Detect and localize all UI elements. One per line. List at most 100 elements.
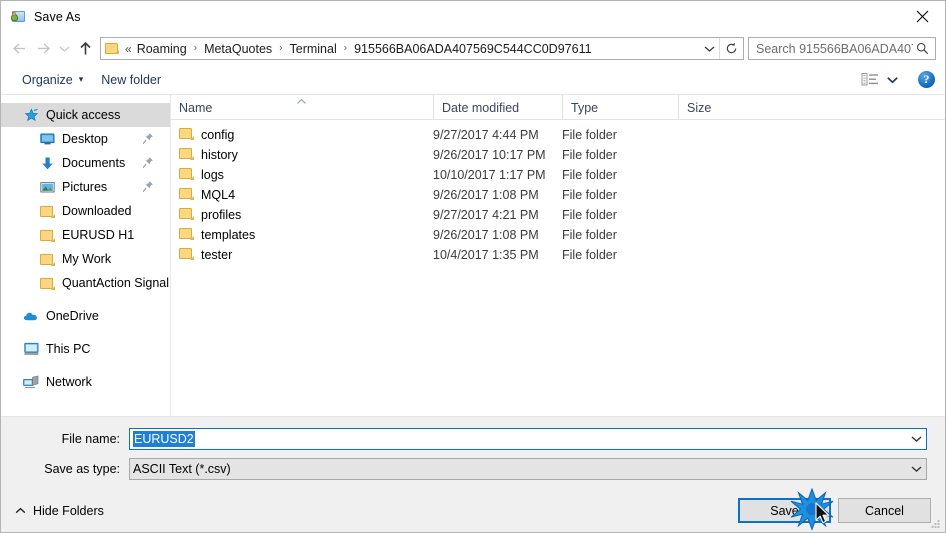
folder-icon — [105, 42, 120, 55]
file-name-cell: config — [171, 127, 433, 143]
table-row[interactable]: logs 10/10/2017 1:17 PM File folder — [171, 165, 945, 185]
file-name-label: File name: — [61, 432, 120, 446]
sidebar-item-onedrive[interactable]: OneDrive — [1, 304, 170, 328]
file-date-cell: 9/27/2017 4:44 PM — [433, 128, 539, 142]
table-row[interactable]: templates 9/26/2017 1:08 PM File folder — [171, 225, 945, 245]
file-name-label: tester — [201, 248, 233, 262]
view-layout-button[interactable] — [860, 72, 880, 88]
new-folder-button[interactable]: New folder — [94, 70, 168, 90]
title-bar: Save As — [1, 1, 945, 32]
column-header-date-modified[interactable]: Date modified — [433, 95, 562, 119]
file-name-dropdown-button[interactable] — [907, 435, 926, 443]
chevron-down-icon: ▾ — [78, 74, 84, 84]
sidebar-item-label: Desktop — [62, 132, 108, 146]
hide-folders-button[interactable]: Hide Folders — [11, 501, 108, 521]
search-box[interactable]: Search 915566BA06ADA40756… — [748, 37, 936, 60]
sidebar-item-my-work[interactable]: My Work — [1, 247, 170, 271]
file-type-cell: File folder — [562, 208, 617, 222]
file-type-cell: File folder — [562, 128, 617, 142]
chevron-down-icon — [886, 76, 898, 83]
folder-icon — [179, 167, 194, 183]
sidebar-item-quantaction-signal[interactable]: QuantAction Signal — [1, 271, 170, 295]
resize-grip-icon[interactable] — [929, 517, 942, 530]
address-bar[interactable]: « Roaming › MetaQuotes › Terminal › 9155… — [100, 37, 744, 60]
sidebar-item-pictures[interactable]: Pictures — [1, 175, 170, 199]
sidebar-item-desktop[interactable]: Desktop — [1, 127, 170, 151]
breadcrumb-overflow[interactable]: « — [125, 42, 132, 56]
breadcrumb-separator-icon[interactable]: › — [279, 43, 282, 54]
view-layout-icon — [861, 73, 878, 86]
table-row[interactable]: MQL4 9/26/2017 1:08 PM File folder — [171, 185, 945, 205]
sidebar-item-downloaded[interactable]: Downloaded — [1, 199, 170, 223]
pin-icon[interactable] — [142, 180, 154, 193]
sidebar-item-quick-access[interactable]: Quick access — [1, 103, 170, 127]
dialog-footer: Hide Folders Save Cancel — [1, 488, 945, 532]
folder-icon — [179, 187, 194, 203]
breadcrumb-item-1[interactable]: MetaQuotes — [202, 41, 274, 57]
up-arrow-icon — [79, 41, 91, 54]
sidebar-item-network[interactable]: Network — [1, 370, 170, 394]
table-row[interactable]: profiles 9/27/2017 4:21 PM File folder — [171, 205, 945, 225]
breadcrumb-item-0[interactable]: Roaming — [135, 41, 189, 57]
save-as-type-label: Save as type: — [44, 462, 120, 476]
sidebar-item-label: Documents — [62, 156, 126, 170]
recent-locations-button[interactable] — [55, 37, 73, 61]
up-button[interactable] — [73, 37, 97, 61]
refresh-button[interactable] — [720, 38, 743, 59]
file-name-label: history — [201, 148, 238, 162]
breadcrumb-separator-icon[interactable]: › — [194, 43, 197, 54]
save-as-icon — [10, 9, 26, 25]
table-row[interactable]: tester 10/4/2017 1:35 PM File folder — [171, 245, 945, 265]
breadcrumb-item-2[interactable]: Terminal — [288, 41, 339, 57]
help-button[interactable]: ? — [918, 71, 935, 88]
search-input[interactable]: Search 915566BA06ADA40756… — [756, 42, 913, 56]
file-name-input[interactable]: EURUSD2 — [133, 431, 195, 447]
back-button[interactable] — [7, 37, 31, 61]
sidebar-item-eurusd-h1[interactable]: EURUSD H1 — [1, 223, 170, 247]
column-header-name[interactable]: Name — [171, 95, 433, 119]
chevron-up-icon — [15, 504, 26, 518]
save-as-type-select[interactable]: ASCII Text (*.csv) — [129, 458, 927, 480]
close-button[interactable] — [899, 1, 945, 31]
chevron-down-icon — [911, 466, 922, 473]
save-as-type-value: ASCII Text (*.csv) — [133, 462, 231, 476]
pin-icon[interactable] — [142, 156, 154, 169]
file-name-row: File name: EURUSD2 — [19, 428, 927, 450]
table-row[interactable]: config 9/27/2017 4:44 PM File folder — [171, 125, 945, 145]
address-dropdown-button[interactable] — [699, 38, 719, 59]
pin-icon[interactable] — [142, 132, 154, 145]
breadcrumb[interactable]: « Roaming › MetaQuotes › Terminal › 9155… — [101, 41, 699, 57]
save-button[interactable]: Save — [738, 498, 831, 523]
file-name-label: config — [201, 128, 235, 142]
column-header-type[interactable]: Type — [562, 95, 678, 119]
file-type-cell: File folder — [562, 248, 617, 262]
forward-button[interactable] — [31, 37, 55, 61]
folder-icon — [179, 247, 194, 263]
chevron-down-icon — [704, 46, 714, 52]
cancel-button[interactable]: Cancel — [838, 498, 931, 523]
close-icon — [916, 10, 928, 22]
organize-button[interactable]: Organize ▾ — [15, 70, 90, 90]
breadcrumb-separator-icon[interactable]: › — [344, 43, 347, 54]
column-header-size[interactable]: Size — [678, 95, 753, 119]
hide-folders-label: Hide Folders — [33, 503, 104, 518]
folder-icon — [179, 227, 194, 243]
file-date-cell: 9/27/2017 4:21 PM — [433, 208, 539, 222]
sidebar-item-label: EURUSD H1 — [62, 228, 135, 242]
dialog-body: Quick access Desktop Documents Pictures … — [1, 95, 945, 417]
column-header-label: Type — [571, 101, 599, 115]
save-as-type-dropdown-button[interactable] — [907, 465, 926, 473]
sidebar-item-this-pc[interactable]: This PC — [1, 337, 170, 361]
this-pc-icon — [23, 341, 39, 357]
column-header-label: Date modified — [442, 101, 520, 115]
help-icon: ? — [923, 72, 930, 86]
breadcrumb-item-3[interactable]: 915566BA06ADA407569C544CC0D97611 — [352, 41, 593, 57]
sidebar-item-documents[interactable]: Documents — [1, 151, 170, 175]
view-dropdown-button[interactable] — [882, 72, 902, 88]
organize-label: Organize — [22, 72, 73, 87]
save-as-dialog: Save As « Roaming › MetaQuotes › Termina… — [0, 0, 946, 533]
column-header-label: Size — [687, 101, 712, 115]
file-name-field[interactable]: EURUSD2 — [129, 428, 927, 450]
sidebar-item-label: Pictures — [62, 180, 108, 194]
table-row[interactable]: history 9/26/2017 10:17 PM File folder — [171, 145, 945, 165]
